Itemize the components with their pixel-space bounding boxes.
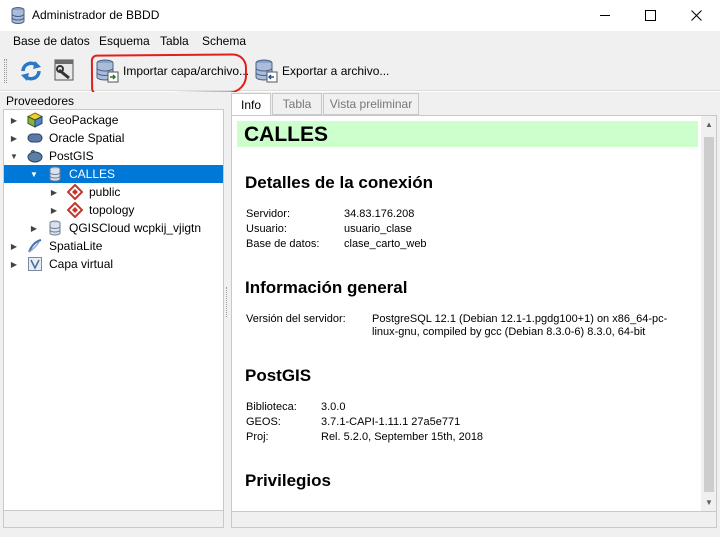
tree-item-topology[interactable]: ▶ topology: [4, 201, 223, 219]
tree-item-label: PostGIS: [49, 149, 94, 163]
scroll-up-icon[interactable]: ▲: [701, 116, 716, 133]
proj-key: Proj:: [246, 431, 269, 443]
expand-arrow-icon[interactable]: ▶: [9, 241, 19, 251]
expand-arrow-icon[interactable]: ▶: [9, 115, 19, 125]
tree-item-qgiscloud[interactable]: ▶ QGISCloud wcpkij_vjigtn: [4, 219, 223, 237]
tree-item-label: CALLES: [69, 167, 116, 181]
close-icon: [690, 10, 702, 21]
library-value: 3.0.0: [321, 401, 346, 413]
server-version-line1: PostgreSQL 12.1 (Debian 12.1-1.pgdg100+1…: [372, 313, 668, 325]
maximize-icon: [644, 10, 656, 21]
tab-info[interactable]: Info: [231, 93, 271, 116]
proj-value: Rel. 5.2.0, September 15th, 2018: [321, 431, 484, 443]
collapse-arrow-icon[interactable]: ▼: [9, 151, 19, 161]
collapse-arrow-icon[interactable]: ▼: [29, 169, 39, 179]
schema-icon: [67, 202, 83, 218]
user-value: usuario_clase: [344, 223, 412, 235]
tree-item-geopackage[interactable]: ▶ GeoPackage: [4, 111, 223, 129]
server-value: 34.83.176.208: [344, 208, 415, 220]
menu-schema[interactable]: Schema: [202, 34, 246, 48]
server-version-key: Versión del servidor:: [246, 313, 346, 325]
oracle-icon: [27, 133, 43, 143]
expand-arrow-icon[interactable]: ▶: [9, 133, 19, 143]
scroll-down-icon[interactable]: ▼: [701, 494, 716, 511]
menu-base-de-datos[interactable]: Base de datos: [13, 34, 90, 48]
server-version-line2: linux-gnu, compiled by gcc (Debian 8.3.0…: [372, 326, 646, 338]
geopackage-icon: [27, 112, 43, 128]
database-icon: [49, 166, 61, 182]
import-layer-label: Importar capa/archivo...: [123, 64, 250, 78]
expand-arrow-icon[interactable]: ▶: [29, 223, 39, 233]
tab-vista-preliminar[interactable]: Vista preliminar: [323, 93, 419, 115]
user-key: Usuario:: [246, 223, 287, 235]
tree-item-label: QGISCloud wcpkij_vjigtn: [69, 221, 202, 235]
tree-horizontal-scrollbar[interactable]: [3, 511, 224, 528]
server-key: Servidor:: [246, 208, 291, 220]
vertical-scrollbar[interactable]: ▲ ▼: [701, 116, 716, 511]
tree-item-calles[interactable]: ▼ CALLES: [4, 165, 223, 183]
tree-item-oracle-spatial[interactable]: ▶ Oracle Spatial: [4, 129, 223, 147]
providers-tree: ▶ GeoPackage ▶ Oracle Spatial ▼ PostGIS: [3, 109, 224, 511]
maximize-button[interactable]: [627, 0, 673, 31]
providers-title: Proveedores: [6, 94, 75, 108]
scroll-thumb[interactable]: [704, 137, 714, 492]
virtual-layer-icon: [28, 257, 42, 271]
refresh-icon: [21, 61, 41, 81]
minimize-icon: [599, 15, 610, 16]
tree-item-label: Capa virtual: [49, 257, 114, 271]
tree-item-capa-virtual[interactable]: ▶ Capa virtual: [4, 255, 223, 273]
library-key: Biblioteca:: [246, 401, 297, 413]
sql-window-icon: [54, 59, 74, 81]
tree-item-public[interactable]: ▶ public: [4, 183, 223, 201]
postgis-icon: [27, 150, 43, 163]
export-file-label: Exportar a archivo...: [282, 64, 390, 78]
tab-bar: Info Tabla Vista preliminar: [231, 93, 717, 116]
geos-key: GEOS:: [246, 416, 281, 428]
tree-item-label: Oracle Spatial: [49, 131, 125, 145]
postgis-heading: PostGIS: [245, 366, 312, 385]
tab-tabla[interactable]: Tabla: [272, 93, 322, 115]
close-button[interactable]: [673, 0, 719, 31]
export-file-button[interactable]: Exportar a archivo...: [254, 56, 389, 86]
connection-heading: Detalles de la conexión: [245, 173, 434, 192]
menu-esquema[interactable]: Esquema: [99, 34, 150, 48]
database-value: clase_carto_web: [344, 238, 427, 250]
sql-window-button[interactable]: [53, 56, 77, 86]
providers-panel: Proveedores ▶ GeoPackage ▶ Oracle Spatia…: [0, 92, 225, 537]
schema-icon: [67, 184, 83, 200]
import-layer-icon: [96, 59, 119, 83]
database-app-icon: [11, 7, 25, 24]
info-content: CALLES Detalles de la conexión Servidor:…: [231, 115, 717, 512]
database-key: Base de datos:: [246, 238, 320, 250]
menu-tabla[interactable]: Tabla: [160, 34, 189, 48]
window-title: Administrador de BBDD: [32, 8, 160, 22]
import-layer-button[interactable]: Importar capa/archivo...: [95, 56, 249, 86]
content-horizontal-scrollbar[interactable]: [231, 512, 717, 528]
detail-panel: Info Tabla Vista preliminar CALLES Detal…: [229, 92, 720, 537]
privileges-heading: Privilegios: [245, 471, 331, 490]
tree-item-postgis[interactable]: ▼ PostGIS: [4, 147, 223, 165]
expand-arrow-icon[interactable]: ▶: [49, 187, 59, 197]
title-band: CALLES: [237, 121, 698, 147]
tree-item-label: SpatiaLite: [49, 239, 103, 253]
toolbar: Importar capa/archivo... Exportar a arch…: [0, 51, 720, 91]
toolbar-grip[interactable]: [4, 59, 7, 83]
refresh-button[interactable]: [18, 56, 44, 86]
tree-item-label: topology: [89, 203, 135, 217]
export-file-icon: [255, 59, 278, 83]
database-icon: [49, 220, 61, 236]
geos-value: 3.7.1-CAPI-1.11.1 27a5e771: [321, 416, 461, 428]
menu-bar: Base de datos Esquema Tabla Schema: [0, 31, 720, 51]
title-bar: Administrador de BBDD: [0, 0, 720, 31]
minimize-button[interactable]: [582, 0, 628, 31]
spatialite-icon: [28, 239, 42, 253]
tree-item-spatialite[interactable]: ▶ SpatiaLite: [4, 237, 223, 255]
general-heading: Información general: [245, 278, 408, 297]
tree-item-label: GeoPackage: [49, 113, 119, 127]
expand-arrow-icon[interactable]: ▶: [9, 259, 19, 269]
info-title: CALLES: [244, 123, 328, 146]
tree-item-label: public: [89, 185, 121, 199]
expand-arrow-icon[interactable]: ▶: [49, 205, 59, 215]
